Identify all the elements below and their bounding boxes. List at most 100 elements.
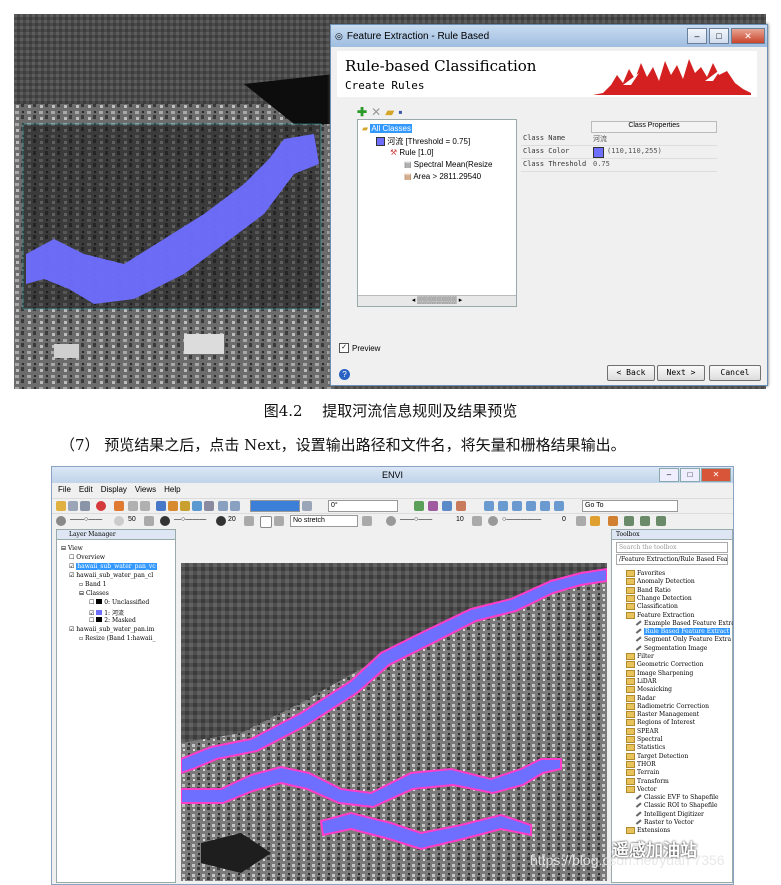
sharpen-icon[interactable] [386,516,396,526]
tree-rule-node[interactable]: ⚒ Rule [1.0] [390,148,434,157]
tree-hscrollbar[interactable]: ◂ ▒▒▒▒▒▒▒▒ ▸ [358,295,516,306]
brightness-max-icon[interactable] [114,516,124,526]
stretch-box-icon[interactable] [260,516,272,528]
back-button[interactable]: < Back [607,365,655,381]
tree-root[interactable]: ▰ All Classes [362,124,412,133]
data-manager-icon[interactable] [68,501,78,511]
zoom-field[interactable] [250,500,300,512]
close-button[interactable]: ✕ [731,28,765,44]
toolbox-item[interactable]: Terrain [626,769,659,777]
zoom-in-icon[interactable] [218,501,228,511]
tree-attr-area[interactable]: ▤ Area > 2811.29540 [404,172,481,181]
menu-edit[interactable]: Edit [79,483,93,496]
menu-help[interactable]: Help [164,483,180,496]
toolbox-item[interactable]: Favorites [626,570,665,578]
toolbox-item[interactable]: Band Ratio [626,586,671,595]
checkbox-checked[interactable]: ✓ [339,343,349,353]
maximize-button[interactable]: □ [709,28,729,44]
rotate-icon[interactable] [192,501,202,511]
stretch-icon[interactable] [274,516,284,526]
toolbox-item[interactable]: Classic ROI to Shapefile [635,802,718,810]
toolbox-item[interactable]: Transform [626,777,669,786]
vector-icon[interactable] [414,501,424,511]
brightness-slider[interactable]: ——○—— [68,515,110,525]
pan-icon[interactable] [168,501,178,511]
menu-display[interactable]: Display [101,483,127,496]
chart-icon[interactable] [590,516,600,526]
portal-icon[interactable] [498,501,508,511]
layer-resize[interactable]: ▫ Resize (Band 1:hawaii_ [79,635,155,642]
tree-class-node[interactable]: 河流 [Threshold = 0.75] [376,136,470,147]
flicker-icon[interactable] [526,501,536,511]
toolbox-search-input[interactable]: Search the toolbox [616,542,728,553]
redo-icon[interactable] [140,501,150,511]
layer-classification[interactable]: ☑ hawaii_sub_water_pan_cl [69,572,153,579]
toolbox-item[interactable]: Rule Based Feature Extract [635,628,731,636]
toolbox-item[interactable]: Raster Management [626,711,699,719]
add-icon[interactable]: ✚ [357,105,367,119]
toolbox-item[interactable]: Statistics [626,744,665,752]
menu-file[interactable]: File [58,483,71,496]
cursor-icon[interactable] [114,501,124,511]
layer-icon[interactable] [640,516,650,526]
minimize-button[interactable]: – [687,28,707,44]
toolbox-item[interactable]: Raster to Vector [635,819,694,827]
class-masked[interactable]: ☐ 2: Masked [89,617,136,624]
open-icon[interactable] [56,501,66,511]
contrast-icon[interactable] [160,516,170,526]
undo-icon[interactable] [128,501,138,511]
crosshair-icon[interactable] [484,501,494,511]
measure-icon[interactable] [456,501,466,511]
rule-tree[interactable]: ▰ All Classes 河流 [Threshold = 0.75] ⚒ Ru… [357,119,517,307]
prop-class-color[interactable]: Class Color (110,110,255) [521,146,717,159]
contrast-slider[interactable]: —○——— [172,515,214,525]
layer-band1[interactable]: ▫ Band 1 [79,581,106,588]
layer-classes[interactable]: ⊟ Classes [79,590,109,597]
layer-view[interactable]: ⊟ View [61,545,83,552]
reset-icon[interactable] [576,516,586,526]
save-icon[interactable]: ▪ [398,105,402,119]
reset-icon[interactable] [244,516,254,526]
preview-checkbox[interactable]: ✓ Preview [339,343,380,353]
minimize-button[interactable]: – [659,468,679,482]
rotation-field[interactable]: 0° [328,500,398,512]
class-unclassified[interactable]: ☐ 0: Unclassified [89,599,149,606]
tree-attr-spectral[interactable]: ▤ Spectral Mean(Resize [404,160,493,169]
zoom-out-icon[interactable] [230,501,240,511]
toolbox-item[interactable]: THOR [626,760,656,769]
layer-overview[interactable]: ☐ Overview [69,554,105,561]
brush-icon[interactable] [608,516,618,526]
zoom-icon[interactable] [204,501,214,511]
toolbox-item[interactable]: Extensions [626,827,670,835]
toolbox-item[interactable]: LiDAR [626,677,657,686]
stretch-field[interactable]: No stretch [290,515,358,527]
toolbox-item[interactable]: SPEAR [626,727,658,736]
toolbox-item[interactable]: Feature Extraction [626,611,694,620]
layer-vector[interactable]: ☑ hawaii_sub_water_pan_vc [69,563,157,570]
toolbox-item[interactable]: Image Sharpening [626,669,693,678]
toolbox-item[interactable]: Spectral [626,736,663,744]
layer-pan-image[interactable]: ☑ hawaii_sub_water_pan.im [69,626,154,633]
reset-icon[interactable] [472,516,482,526]
cancel-button[interactable]: Cancel [709,365,761,381]
reset-icon[interactable] [362,516,372,526]
transparency-slider[interactable]: ○————— [500,515,546,525]
toolbox-item[interactable]: Regions of Interest [626,719,695,727]
toolbox-item[interactable]: Classification [626,603,678,611]
next-button[interactable]: Next > [657,365,705,381]
roi-icon[interactable] [428,501,438,511]
toolbox-item[interactable]: Mosaicking [626,686,672,694]
reset-icon[interactable] [144,516,154,526]
toolbox-item[interactable]: Vector [626,785,657,794]
brightness-icon[interactable] [56,516,66,526]
toolbox-item[interactable]: Filter [626,653,654,661]
rotate-left-icon[interactable] [302,501,312,511]
toolbox-item[interactable]: Radiometric Correction [626,702,709,711]
annotation-icon[interactable] [442,501,452,511]
swipe-icon[interactable] [540,501,550,511]
blend-icon[interactable] [554,501,564,511]
sharpen-slider[interactable]: ——○—— [398,515,444,525]
chip-icon[interactable] [512,501,522,511]
open-folder-icon[interactable]: ▰ [385,105,394,119]
select-icon[interactable] [156,501,166,511]
